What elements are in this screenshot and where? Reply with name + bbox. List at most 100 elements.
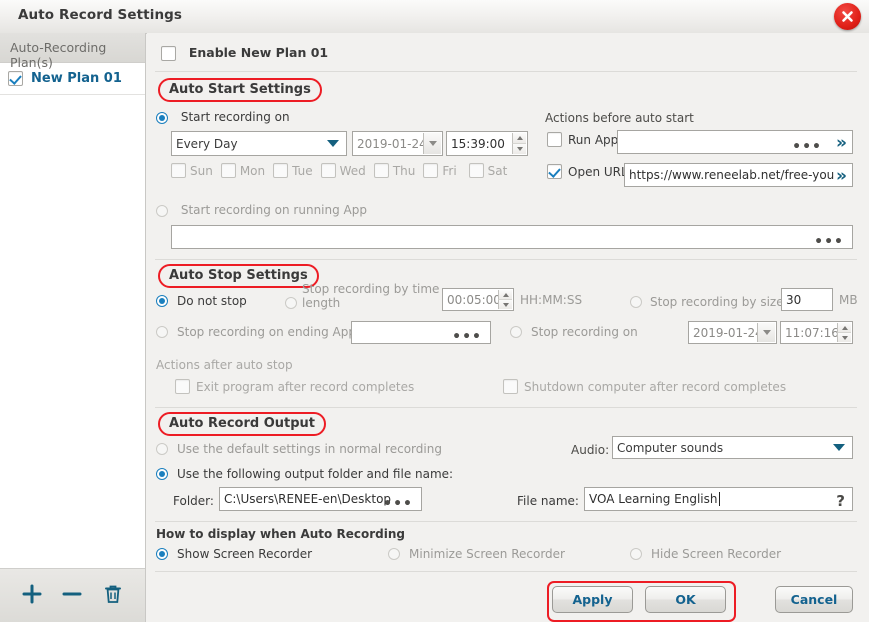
file-name-input[interactable]: VOA Learning English ? [584, 487, 853, 511]
spinner-down-icon[interactable] [512, 144, 526, 154]
apply-button[interactable]: Apply [552, 586, 633, 613]
minus-icon[interactable] [61, 583, 83, 608]
hide-recorder-radio[interactable] [630, 548, 642, 560]
trash-icon[interactable] [102, 583, 124, 608]
weekday-thu[interactable]: Thu [374, 163, 424, 178]
weekday-sat-checkbox[interactable] [469, 163, 484, 178]
stop-recording-on-row[interactable]: Stop recording on [510, 325, 638, 339]
cancel-button[interactable]: Cancel [775, 586, 853, 613]
start-time-spinner[interactable] [512, 133, 526, 154]
date-dropdown-icon[interactable] [423, 133, 441, 154]
stop-on-ending-app-row[interactable]: Stop recording on ending App [156, 325, 356, 339]
weekday-fri[interactable]: Fri [423, 163, 468, 178]
spinner-up-icon[interactable] [512, 133, 526, 144]
spinner-up-icon[interactable] [498, 290, 512, 300]
weekday-wed-checkbox[interactable] [321, 163, 336, 178]
custom-output-radio[interactable] [156, 468, 168, 480]
do-not-stop-row[interactable]: Do not stop [156, 294, 247, 308]
plan-enabled-checkbox[interactable] [8, 71, 23, 86]
open-url-checkbox[interactable] [547, 164, 562, 179]
start-on-running-app-label: Start recording on running App [181, 203, 367, 217]
stop-date-picker[interactable]: 2019-01-24 [688, 321, 777, 344]
open-url-value: https://www.reneelab.net/free-you [629, 168, 834, 182]
exit-program-checkbox[interactable] [175, 379, 190, 394]
stop-time-field[interactable]: 11:07:16 [780, 321, 853, 344]
custom-output-row[interactable]: Use the following output folder and file… [156, 467, 453, 481]
exit-program-row[interactable]: Exit program after record completes [175, 379, 414, 394]
ellipsis-icon[interactable]: ••• [452, 333, 482, 341]
spinner-down-icon[interactable] [498, 300, 512, 309]
stop-by-size-unit: MB [839, 293, 858, 307]
plus-icon[interactable] [21, 583, 43, 608]
spinner-down-icon[interactable] [837, 333, 851, 342]
date-dropdown-icon[interactable] [757, 323, 775, 342]
folder-input[interactable]: C:\Users\RENEE-en\Desktop ••• [219, 487, 422, 511]
stop-time-spinner[interactable] [837, 323, 851, 342]
close-icon[interactable] [834, 3, 861, 30]
minimize-recorder-label: Minimize Screen Recorder [409, 547, 565, 561]
weekday-tue-checkbox[interactable] [273, 163, 288, 178]
display-option-show[interactable]: Show Screen Recorder [156, 547, 312, 561]
show-recorder-radio[interactable] [156, 548, 168, 560]
ending-app-input[interactable]: ••• [351, 321, 491, 344]
weekday-fri-checkbox[interactable] [423, 163, 438, 178]
stop-on-ending-app-radio[interactable] [156, 326, 168, 338]
weekday-tue[interactable]: Tue [273, 163, 321, 178]
weekday-mon[interactable]: Mon [221, 163, 273, 178]
ok-button[interactable]: OK [645, 586, 726, 613]
stop-by-size-radio[interactable] [630, 296, 642, 308]
frequency-select[interactable]: Every Day [171, 131, 347, 156]
spinner-up-icon[interactable] [837, 323, 851, 333]
stop-by-time-value: 00:05:00 [447, 293, 501, 307]
show-recorder-label: Show Screen Recorder [177, 547, 312, 561]
weekday-wed[interactable]: Wed [321, 163, 374, 178]
audio-select[interactable]: Computer sounds [612, 436, 853, 459]
run-app-checkbox[interactable] [547, 132, 562, 147]
start-time-field[interactable]: 15:39:00 [446, 131, 528, 156]
start-recording-on-label: Start recording on [181, 110, 290, 124]
stop-by-size-label: Stop recording by size [650, 295, 784, 309]
open-url-input[interactable]: https://www.reneelab.net/free-you » [624, 163, 853, 187]
default-settings-row[interactable]: Use the default settings in normal recor… [156, 442, 442, 456]
stop-by-time-spinner[interactable] [498, 290, 512, 309]
shutdown-computer-checkbox[interactable] [503, 379, 518, 394]
double-chevron-right-icon[interactable]: » [836, 169, 847, 183]
do-not-stop-radio[interactable] [156, 295, 168, 307]
start-recording-on-radio[interactable] [156, 112, 168, 124]
shutdown-computer-row[interactable]: Shutdown computer after record completes [503, 379, 786, 394]
ellipsis-icon[interactable]: ••• [383, 500, 413, 508]
weekday-sun-checkbox[interactable] [171, 163, 186, 178]
weekday-sun[interactable]: Sun [171, 163, 221, 178]
divider-2 [155, 259, 857, 260]
minimize-recorder-radio[interactable] [388, 548, 400, 560]
weekday-tue-label: Tue [292, 164, 313, 178]
weekday-thu-checkbox[interactable] [374, 163, 389, 178]
ellipsis-icon[interactable]: ••• [792, 143, 822, 151]
running-app-path-input[interactable]: ••• [171, 225, 853, 249]
page-title: Auto Record Settings [18, 7, 182, 23]
start-on-running-app-radio[interactable] [156, 205, 168, 217]
display-option-hide[interactable]: Hide Screen Recorder [630, 547, 781, 561]
ellipsis-icon[interactable]: ••• [814, 238, 844, 246]
auto-start-heading: Auto Start Settings [158, 78, 322, 102]
weekday-mon-checkbox[interactable] [221, 163, 236, 178]
weekday-fri-label: Fri [442, 164, 456, 178]
stop-by-time-input[interactable]: 00:05:00 [442, 288, 514, 311]
weekday-sat[interactable]: Sat [469, 163, 508, 178]
enable-plan-checkbox[interactable] [161, 46, 176, 61]
default-settings-radio[interactable] [156, 443, 168, 455]
audio-label: Audio: [571, 443, 609, 457]
chevron-down-icon [327, 140, 339, 147]
display-option-minimize[interactable]: Minimize Screen Recorder [388, 547, 565, 561]
run-app-path-input[interactable]: ••• » [617, 130, 853, 154]
question-mark-icon[interactable]: ? [836, 492, 845, 510]
stop-by-size-row[interactable]: Stop recording by size [630, 295, 784, 309]
stop-by-size-input[interactable]: 30 [781, 288, 833, 311]
stop-recording-on-radio[interactable] [510, 326, 522, 338]
chevron-down-icon [833, 444, 845, 451]
double-chevron-right-icon[interactable]: » [836, 136, 847, 150]
stop-by-time-radio[interactable] [285, 297, 297, 309]
divider-3 [155, 407, 857, 408]
start-date-picker[interactable]: 2019-01-24 [352, 131, 443, 156]
stop-by-time-radio-wrap[interactable] [285, 295, 297, 309]
